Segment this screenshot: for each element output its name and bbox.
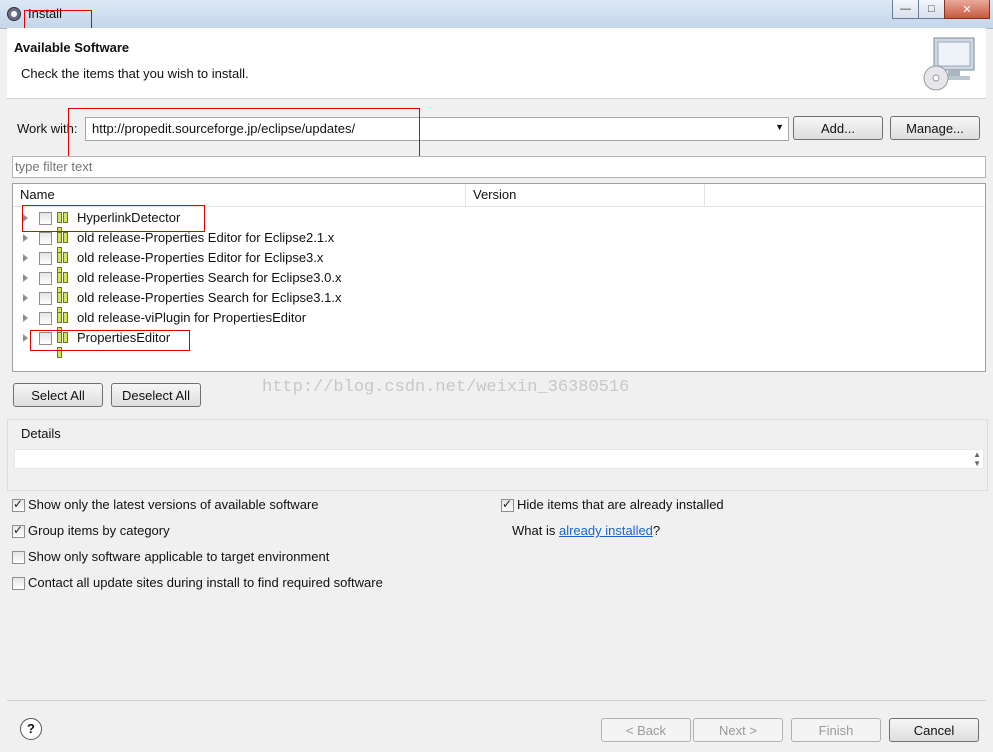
next-button[interactable]: Next >: [693, 718, 783, 742]
latest-only-label: Show only the latest versions of availab…: [28, 497, 319, 512]
finish-button[interactable]: Finish: [791, 718, 881, 742]
row-checkbox[interactable]: [39, 272, 52, 285]
page-subtitle: Check the items that you wish to install…: [21, 66, 249, 81]
hide-installed-label: Hide items that are already installed: [517, 497, 724, 512]
question-mark: ?: [652, 523, 661, 538]
target-env-label: Show only software applicable to target …: [28, 549, 330, 564]
add-site-button[interactable]: Add...: [793, 116, 883, 140]
hide-installed-checkbox[interactable]: [501, 497, 514, 512]
table-header: Name Version: [13, 184, 985, 207]
expand-arrow-icon[interactable]: [23, 314, 28, 322]
category-icon: [57, 272, 71, 298]
wizard-header: Available Software Check the items that …: [7, 28, 986, 99]
close-button[interactable]: ✕: [944, 0, 990, 19]
tree-row[interactable]: old release-viPlugin for PropertiesEdito…: [13, 308, 985, 338]
scroll-down-icon[interactable]: ▼: [973, 459, 981, 468]
row-checkbox[interactable]: [39, 292, 52, 305]
group-by-category-checkbox[interactable]: [12, 523, 25, 538]
footer-divider: [7, 700, 986, 701]
expand-arrow-icon[interactable]: [23, 234, 28, 242]
install-banner-icon: [923, 37, 975, 91]
what-is-label: What is: [512, 523, 556, 538]
category-icon: [57, 292, 71, 318]
select-all-button[interactable]: Select All: [13, 383, 103, 407]
row-label: old release-Properties Search for Eclips…: [77, 290, 342, 305]
back-button[interactable]: < Back: [601, 718, 691, 742]
row-label: old release-Properties Editor for Eclips…: [77, 230, 335, 245]
details-text-area[interactable]: ▲ ▼: [14, 449, 984, 469]
expand-arrow-icon[interactable]: [23, 334, 28, 342]
contact-all-checkbox[interactable]: [12, 577, 25, 590]
cancel-button[interactable]: Cancel: [889, 718, 979, 742]
row-label: old release-Properties Editor for Eclips…: [77, 250, 324, 265]
details-label: Details: [21, 426, 61, 441]
row-checkbox[interactable]: [39, 232, 52, 245]
title-bar: Install — □ ✕: [0, 0, 993, 29]
category-icon: [57, 232, 71, 258]
category-icon: [57, 252, 71, 278]
close-icon: ✕: [962, 3, 972, 16]
already-installed-link[interactable]: already installed: [559, 523, 653, 538]
page-title: Available Software: [14, 40, 130, 55]
group-by-category-label: Group items by category: [28, 523, 170, 538]
expand-arrow-icon[interactable]: [23, 274, 28, 282]
help-icon[interactable]: ?: [20, 718, 42, 740]
category-icon: [57, 312, 71, 338]
row-checkbox[interactable]: [39, 312, 52, 325]
dropdown-arrow-icon[interactable]: ▼: [775, 122, 784, 132]
tree-row[interactable]: old release-Properties Search for Eclips…: [13, 288, 985, 318]
row-label: old release-Properties Search for Eclips…: [77, 270, 342, 285]
row-label: old release-viPlugin for PropertiesEdito…: [77, 310, 307, 325]
manage-sites-button[interactable]: Manage...: [890, 116, 980, 140]
watermark-text: http://blog.csdn.net/weixin_36380516: [262, 378, 630, 397]
eclipse-gear-icon: [7, 7, 21, 21]
tree-row[interactable]: old release-Properties Editor for Eclips…: [13, 248, 985, 278]
row-checkbox[interactable]: [39, 252, 52, 265]
maximize-icon: □: [928, 3, 935, 15]
maximize-button[interactable]: □: [918, 0, 945, 19]
expand-arrow-icon[interactable]: [23, 294, 28, 302]
filter-field[interactable]: [12, 156, 986, 178]
expand-arrow-icon[interactable]: [23, 254, 28, 262]
annotation-box-propertieseditor: [30, 330, 190, 351]
install-dialog: Install — □ ✕ Available Software Check t…: [0, 0, 993, 752]
contact-all-label: Contact all update sites during install …: [28, 575, 383, 590]
target-env-checkbox[interactable]: [12, 551, 25, 564]
details-group: Details ▲ ▼: [7, 419, 988, 491]
deselect-all-button[interactable]: Deselect All: [111, 383, 201, 407]
scroll-up-icon[interactable]: ▲: [973, 450, 981, 459]
filter-input[interactable]: [13, 157, 977, 175]
annotation-box-hyperlink: [22, 205, 205, 232]
minimize-button[interactable]: —: [892, 0, 919, 19]
column-header-version[interactable]: Version: [466, 184, 705, 206]
minimize-icon: —: [900, 3, 911, 15]
what-is-installed-text: What is already installed?: [512, 523, 660, 538]
tree-row[interactable]: old release-Properties Search for Eclips…: [13, 268, 985, 298]
column-header-name[interactable]: Name: [13, 184, 466, 206]
latest-only-checkbox[interactable]: [12, 497, 25, 512]
